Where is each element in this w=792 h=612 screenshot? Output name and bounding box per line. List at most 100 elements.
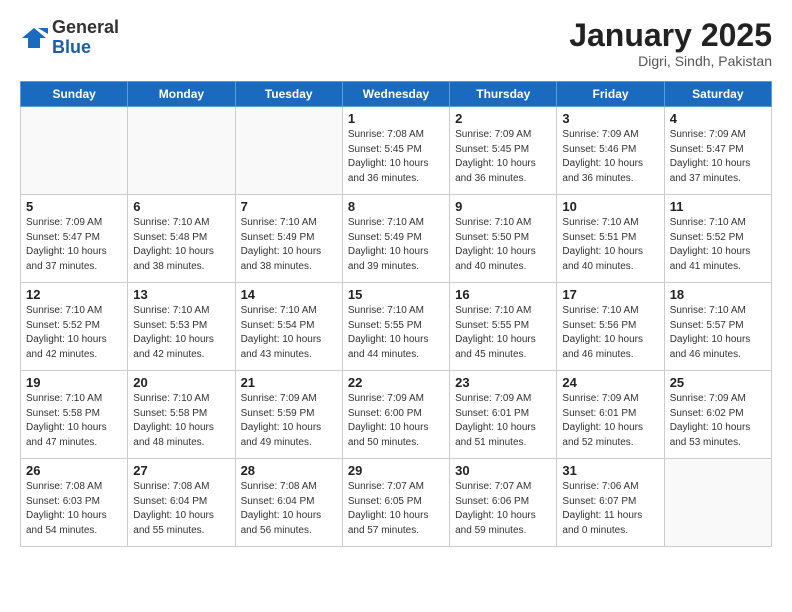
logo-blue-label: Blue xyxy=(52,38,119,58)
day-number: 22 xyxy=(348,375,444,390)
day-info: Sunrise: 7:09 AM Sunset: 6:01 PM Dayligh… xyxy=(455,392,551,450)
title-block: January 2025 Digri, Sindh, Pakistan xyxy=(569,18,772,69)
day-cell: 29 Sunrise: 7:07 AM Sunset: 6:05 PM Dayli… xyxy=(342,459,449,547)
day-number: 15 xyxy=(348,287,444,302)
day-info: Sunrise: 7:10 AM Sunset: 5:52 PM Dayligh… xyxy=(26,304,122,362)
day-number: 6 xyxy=(133,199,229,214)
day-cell: 26 Sunrise: 7:08 AM Sunset: 6:03 PM Dayli… xyxy=(21,459,128,547)
day-cell: 9 Sunrise: 7:10 AM Sunset: 5:50 PM Daylig… xyxy=(450,195,557,283)
day-number: 9 xyxy=(455,199,551,214)
day-cell: 17 Sunrise: 7:10 AM Sunset: 5:56 PM Dayli… xyxy=(557,283,664,371)
day-info: Sunrise: 7:07 AM Sunset: 6:05 PM Dayligh… xyxy=(348,480,444,538)
day-cell: 6Sunrise: 7:10 AM Sunset: 5:48 PM Daylig… xyxy=(128,195,235,283)
day-number: 17 xyxy=(562,287,658,302)
day-number: 5 xyxy=(26,199,122,214)
day-number: 11 xyxy=(670,199,766,214)
day-cell xyxy=(21,107,128,195)
day-cell: 4Sunrise: 7:09 AM Sunset: 5:47 PM Daylig… xyxy=(664,107,771,195)
day-number: 29 xyxy=(348,463,444,478)
day-number: 16 xyxy=(455,287,551,302)
day-cell: 22 Sunrise: 7:09 AM Sunset: 6:00 PM Dayli… xyxy=(342,371,449,459)
day-info: Sunrise: 7:10 AM Sunset: 5:51 PM Dayligh… xyxy=(562,216,658,274)
day-cell: 14Sunrise: 7:10 AM Sunset: 5:54 PM Dayli… xyxy=(235,283,342,371)
day-info: Sunrise: 7:08 AM Sunset: 6:03 PM Dayligh… xyxy=(26,480,122,538)
day-number: 12 xyxy=(26,287,122,302)
day-info: Sunrise: 7:09 AM Sunset: 5:47 PM Dayligh… xyxy=(26,216,122,274)
day-cell: 11 Sunrise: 7:10 AM Sunset: 5:52 PM Dayli… xyxy=(664,195,771,283)
main-title: January 2025 xyxy=(569,18,772,53)
day-cell: 20Sunrise: 7:10 AM Sunset: 5:58 PM Dayli… xyxy=(128,371,235,459)
day-number: 13 xyxy=(133,287,229,302)
page: General Blue January 2025 Digri, Sindh, … xyxy=(0,0,792,557)
day-cell: 24 Sunrise: 7:09 AM Sunset: 6:01 PM Dayli… xyxy=(557,371,664,459)
day-number: 20 xyxy=(133,375,229,390)
day-info: Sunrise: 7:09 AM Sunset: 5:47 PM Dayligh… xyxy=(670,128,766,186)
day-info: Sunrise: 7:10 AM Sunset: 5:49 PM Dayligh… xyxy=(241,216,337,274)
day-cell: 30Sunrise: 7:07 AM Sunset: 6:06 PM Dayli… xyxy=(450,459,557,547)
day-info: Sunrise: 7:09 AM Sunset: 6:00 PM Dayligh… xyxy=(348,392,444,450)
day-info: Sunrise: 7:08 AM Sunset: 6:04 PM Dayligh… xyxy=(133,480,229,538)
subtitle: Digri, Sindh, Pakistan xyxy=(569,53,772,69)
week-row-5: 26 Sunrise: 7:08 AM Sunset: 6:03 PM Dayli… xyxy=(21,459,772,547)
day-info: Sunrise: 7:09 AM Sunset: 5:46 PM Dayligh… xyxy=(562,128,658,186)
week-row-1: 1Sunrise: 7:08 AM Sunset: 5:45 PM Daylig… xyxy=(21,107,772,195)
day-info: Sunrise: 7:06 AM Sunset: 6:07 PM Dayligh… xyxy=(562,480,658,538)
logo-text: General Blue xyxy=(52,18,119,58)
day-info: Sunrise: 7:10 AM Sunset: 5:52 PM Dayligh… xyxy=(670,216,766,274)
day-number: 24 xyxy=(562,375,658,390)
day-number: 2 xyxy=(455,111,551,126)
day-info: Sunrise: 7:10 AM Sunset: 5:49 PM Dayligh… xyxy=(348,216,444,274)
day-cell: 25Sunrise: 7:09 AM Sunset: 6:02 PM Dayli… xyxy=(664,371,771,459)
day-cell: 23 Sunrise: 7:09 AM Sunset: 6:01 PM Dayli… xyxy=(450,371,557,459)
logo-icon xyxy=(20,24,48,52)
header: General Blue January 2025 Digri, Sindh, … xyxy=(20,18,772,69)
col-sunday: Sunday xyxy=(21,82,128,107)
day-cell xyxy=(664,459,771,547)
day-cell xyxy=(235,107,342,195)
day-number: 30 xyxy=(455,463,551,478)
col-saturday: Saturday xyxy=(664,82,771,107)
day-cell: 12 Sunrise: 7:10 AM Sunset: 5:52 PM Dayli… xyxy=(21,283,128,371)
day-cell: 19Sunrise: 7:10 AM Sunset: 5:58 PM Dayli… xyxy=(21,371,128,459)
day-info: Sunrise: 7:10 AM Sunset: 5:50 PM Dayligh… xyxy=(455,216,551,274)
col-thursday: Thursday xyxy=(450,82,557,107)
day-number: 1 xyxy=(348,111,444,126)
day-number: 18 xyxy=(670,287,766,302)
week-row-2: 5 Sunrise: 7:09 AM Sunset: 5:47 PM Daylig… xyxy=(21,195,772,283)
day-info: Sunrise: 7:09 AM Sunset: 5:59 PM Dayligh… xyxy=(241,392,337,450)
logo: General Blue xyxy=(20,18,119,58)
day-number: 3 xyxy=(562,111,658,126)
day-info: Sunrise: 7:08 AM Sunset: 6:04 PM Dayligh… xyxy=(241,480,337,538)
day-number: 8 xyxy=(348,199,444,214)
day-cell: 15Sunrise: 7:10 AM Sunset: 5:55 PM Dayli… xyxy=(342,283,449,371)
day-info: Sunrise: 7:10 AM Sunset: 5:55 PM Dayligh… xyxy=(455,304,551,362)
day-info: Sunrise: 7:09 AM Sunset: 5:45 PM Dayligh… xyxy=(455,128,551,186)
day-number: 7 xyxy=(241,199,337,214)
col-friday: Friday xyxy=(557,82,664,107)
day-number: 23 xyxy=(455,375,551,390)
header-row: Sunday Monday Tuesday Wednesday Thursday… xyxy=(21,82,772,107)
day-number: 27 xyxy=(133,463,229,478)
day-cell: 18Sunrise: 7:10 AM Sunset: 5:57 PM Dayli… xyxy=(664,283,771,371)
day-cell: 7 Sunrise: 7:10 AM Sunset: 5:49 PM Daylig… xyxy=(235,195,342,283)
day-info: Sunrise: 7:10 AM Sunset: 5:53 PM Dayligh… xyxy=(133,304,229,362)
day-cell: 10 Sunrise: 7:10 AM Sunset: 5:51 PM Dayli… xyxy=(557,195,664,283)
day-cell: 27 Sunrise: 7:08 AM Sunset: 6:04 PM Dayli… xyxy=(128,459,235,547)
day-number: 14 xyxy=(241,287,337,302)
day-cell: 13 Sunrise: 7:10 AM Sunset: 5:53 PM Dayli… xyxy=(128,283,235,371)
day-cell: 21 Sunrise: 7:09 AM Sunset: 5:59 PM Dayli… xyxy=(235,371,342,459)
col-monday: Monday xyxy=(128,82,235,107)
day-info: Sunrise: 7:09 AM Sunset: 6:02 PM Dayligh… xyxy=(670,392,766,450)
week-row-4: 19Sunrise: 7:10 AM Sunset: 5:58 PM Dayli… xyxy=(21,371,772,459)
week-row-3: 12 Sunrise: 7:10 AM Sunset: 5:52 PM Dayli… xyxy=(21,283,772,371)
day-cell xyxy=(128,107,235,195)
col-wednesday: Wednesday xyxy=(342,82,449,107)
day-number: 21 xyxy=(241,375,337,390)
day-number: 10 xyxy=(562,199,658,214)
day-info: Sunrise: 7:09 AM Sunset: 6:01 PM Dayligh… xyxy=(562,392,658,450)
day-cell: 5 Sunrise: 7:09 AM Sunset: 5:47 PM Daylig… xyxy=(21,195,128,283)
day-info: Sunrise: 7:10 AM Sunset: 5:56 PM Dayligh… xyxy=(562,304,658,362)
day-number: 28 xyxy=(241,463,337,478)
day-number: 26 xyxy=(26,463,122,478)
day-cell: 28 Sunrise: 7:08 AM Sunset: 6:04 PM Dayli… xyxy=(235,459,342,547)
